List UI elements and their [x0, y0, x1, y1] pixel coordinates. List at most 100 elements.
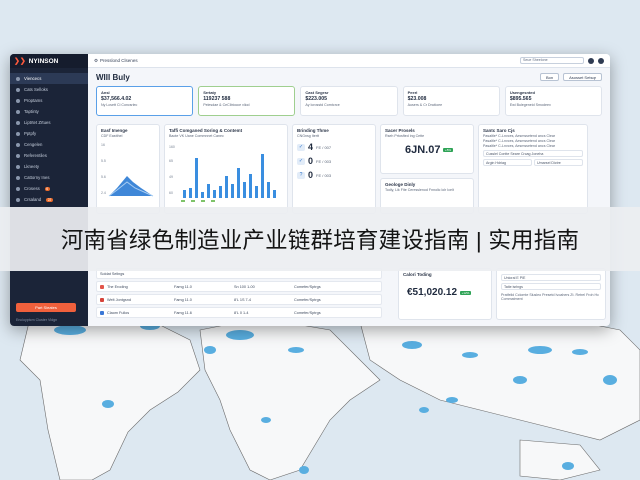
bar-chart-card[interactable]: Taffi Comganed Soring & Contemt Baote VK… [164, 124, 288, 214]
header-button-primary[interactable]: Bon [539, 73, 560, 81]
sidebar-item-4[interactable]: Liptrtet Zrtues [10, 117, 88, 128]
logo-text: NYINSON [28, 57, 59, 65]
sidebar-item-7[interactable]: Referentiles [10, 150, 88, 161]
sidebar-item-0[interactable]: Viencecs [10, 73, 88, 84]
sidebar-item-2[interactable]: Proptams [10, 95, 88, 106]
notifications-icon[interactable] [588, 57, 594, 64]
card-title: Santc Saro Cjs [483, 128, 515, 133]
metric-value: 0 [308, 156, 314, 166]
bar-chart: 160 65 49 60 [169, 145, 276, 202]
table-cell: Famg 11.6 [174, 310, 192, 315]
kpi-title: Peerl [407, 90, 418, 95]
table-cell: Famg 11.0 [174, 284, 192, 289]
sidebar-item-3[interactable]: Taptinty [10, 106, 88, 117]
title-banner: 河南省绿色制造业产业链群培育建设指南 | 实用指南 [0, 207, 640, 271]
sidebar-item-label: Viencecs [24, 76, 42, 81]
sidebar-item-5[interactable]: Pptpfy [10, 128, 88, 139]
dashboard-window: ❯❯ NYINSON Viencecs Cats Selloks Proptams… [10, 54, 610, 326]
kpi-title: Usengesnted [509, 90, 535, 95]
delta-pill: +12% [460, 290, 471, 295]
table-cell: Comefer/Sptrgs [294, 297, 321, 302]
card-text: Pratfelid Cclomte Slusleo Presetd Ivoahe… [501, 293, 599, 301]
axis-tick: 160 [169, 145, 175, 149]
sidebar-item-label: Lkneety [24, 164, 40, 169]
nav-icon [16, 197, 20, 202]
search-input[interactable]: Seue Sheelone [520, 57, 584, 64]
kpi-title: Ansl [101, 90, 110, 95]
header-button-secondary[interactable]: Asosset Setsqr [563, 73, 602, 81]
sidebar-item-9[interactable]: Cattorny Ines [10, 172, 88, 183]
nav-icon [16, 175, 20, 180]
bar-series [183, 154, 276, 198]
workspace-switcher[interactable]: ⚙ Presslond Clsenes [94, 58, 138, 64]
table-cell: 8'L 0 1-4 [234, 310, 249, 315]
card-subtitle: Todly, Lik Fite Ceresslenod Fnnolic lolr… [385, 188, 454, 192]
axis-tick: 5.5 [101, 159, 106, 163]
row-name: Soldat Selings [100, 271, 125, 276]
sidebar-item-label: Crsaland [24, 197, 42, 202]
kpi-card[interactable]: Cast Segesr $223.005 Ay Icrosstd Corntcrce [300, 86, 398, 116]
binding-time-card[interactable]: Brinding Thme CNGnsg Itertt ✓ 4 FE / 007 ✓… [292, 124, 376, 214]
metric-note: FE / 007 [316, 144, 332, 150]
kpi-card[interactable]: Srrtaty 119237 588 Pelesdae & CeClbtocce v… [198, 86, 296, 116]
select-field[interactable]: Unioral E PlE [501, 274, 601, 281]
kpi-value: $23.008 [407, 96, 427, 102]
help-icon: ? [297, 171, 305, 179]
kpi-card[interactable]: Usengesnted $895.565 Ewi Bulegeneid Smodee… [504, 86, 603, 116]
sidebar-nav: Viencecs Cats Selloks Proptams Taptinty … [10, 73, 88, 205]
kpi-value: 119237 588 [203, 96, 231, 102]
kpi-sub: Ny Lcsett Ci Concsrlec [101, 103, 138, 107]
nav-icon [16, 98, 20, 103]
kpi-sub: Ay Icrosstd Corntcrce [305, 103, 340, 107]
sacer-card[interactable]: Sacer Prosels Rseh Prtosfted ing Cette 6… [380, 124, 474, 174]
sidebar-item-10[interactable]: Crosess 6 [10, 183, 88, 194]
row-color-icon [100, 284, 104, 289]
page-header: WIII Buly Bon Asosset Setsqr [88, 68, 610, 86]
area-chart-card[interactable]: Easf Imenge CDF Eastthel 16 5.5 5.6 2.4 [96, 124, 160, 214]
kpi-sub: Ewi Bulegeneid Smodeex [509, 103, 551, 107]
table-row[interactable]: Claom Fullos Famg 11.6 8'L 0 1-4 Comefer/Sp… [96, 307, 382, 318]
select-field[interactable]: Cusslel Contte Seare Crcag Joneha [483, 150, 583, 157]
color-trading-card[interactable]: Calori Toding €51,020.12 +12% [398, 268, 492, 320]
avatar[interactable] [598, 57, 604, 64]
row-color-icon [100, 297, 104, 302]
metric-note: FE / 003 [316, 158, 332, 164]
big-metric: €51,020.12 [407, 287, 458, 298]
check-icon: ✓ [297, 157, 305, 165]
metric-row[interactable]: ✓ 0 FE / 003 [297, 156, 371, 166]
axis-tick: 2.4 [101, 191, 106, 195]
kpi-title: Cast Segesr [305, 90, 329, 95]
card-subtitle: CNGnsg Itertt [297, 134, 319, 138]
table-row[interactable]: Welt Jontgsnd Famg 11.0 8'L 1S 7-4 Comefer/… [96, 294, 382, 305]
table-row[interactable]: The Eroding Famg 11.0 Sn 100 1-00 Comefer/S… [96, 281, 382, 292]
right-panel-card[interactable]: Unioral E PlE Tatie isrlngs Pratfelid Cc… [496, 268, 606, 320]
table-cell: Comefer/Sptrgs [294, 310, 321, 315]
sidebar-cta-button[interactable]: Part Sieates [16, 303, 76, 312]
row-name: The Eroding [107, 284, 128, 289]
kpi-value: $37,566.4.02 [101, 96, 132, 102]
kpi-card[interactable]: Ansl $37,566.4.02 Ny Lcsett Ci Concsrlec [96, 86, 194, 116]
row-name: Claom Fullos [107, 310, 130, 315]
select-field[interactable]: Umarsel Dictre [534, 159, 583, 166]
select-field[interactable]: Tatie isrlngs [501, 283, 601, 290]
sidebar-item-11[interactable]: Crsaland 22 [10, 194, 88, 205]
sidebar-item-8[interactable]: Lkneety [10, 161, 88, 172]
logo-mark-icon: ❯❯ [14, 58, 26, 65]
sidebar-item-label: Pptpfy [24, 131, 37, 136]
sidebar-item-1[interactable]: Cats Selloks [10, 84, 88, 95]
top-bar: ⚙ Presslond Clsenes Seue Sheelone [88, 54, 610, 68]
sidebar-item-label: Crosess [24, 186, 40, 191]
sidebar-item-label: Proptams [24, 98, 43, 103]
count-badge: 6 [44, 186, 50, 191]
metric-row[interactable]: ? 0 FE / 003 [297, 170, 371, 180]
row-color-icon [100, 310, 104, 315]
metric-row[interactable]: ✓ 4 FE / 007 [297, 142, 371, 152]
select-field[interactable]: Argin Hdriag [483, 159, 532, 166]
table-cell: Comefer/Sptrgs [294, 284, 321, 289]
sidebar-item-6[interactable]: Cengelen [10, 139, 88, 150]
santic-card[interactable]: Santc Saro Cjs Pasaltle* C-Lnvces, Aesms… [478, 124, 588, 214]
big-metric: 6JN.07 [405, 144, 441, 156]
app-logo[interactable]: ❯❯ NYINSON [10, 54, 88, 68]
nav-icon [16, 142, 20, 147]
kpi-card[interactable]: Peerl $23.008 Ausers & Cr Dnctioee [402, 86, 500, 116]
